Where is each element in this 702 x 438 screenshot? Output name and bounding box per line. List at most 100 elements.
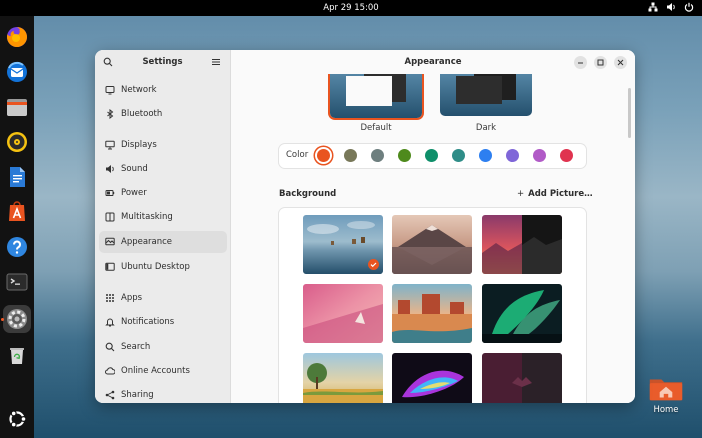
style-default-label: Default bbox=[360, 123, 392, 133]
wallpaper-pink-pastel bbox=[303, 284, 383, 343]
wallpaper-desert-canyon bbox=[392, 284, 472, 343]
wallpaper-thumbnail[interactable] bbox=[303, 215, 383, 274]
firefox-icon bbox=[6, 27, 28, 47]
accent-swatch-prussian-green[interactable] bbox=[452, 149, 465, 162]
minimize-button[interactable] bbox=[574, 56, 587, 69]
speaker-icon bbox=[106, 165, 114, 173]
sidebar-item-label: Search bbox=[121, 342, 151, 352]
system-tray[interactable] bbox=[648, 2, 694, 12]
ubuntu-desktop-icon bbox=[105, 262, 115, 271]
dock-show-apps[interactable] bbox=[3, 405, 31, 433]
sidebar-item-search[interactable]: Search bbox=[99, 336, 227, 358]
files-icon bbox=[7, 99, 27, 116]
accent-swatch-orange[interactable] bbox=[317, 149, 330, 162]
dock-writer[interactable] bbox=[3, 163, 31, 191]
accent-swatch-olive[interactable] bbox=[398, 149, 411, 162]
sidebar-item-multitasking[interactable]: Multitasking bbox=[99, 206, 227, 228]
sidebar-item-displays[interactable]: Displays bbox=[99, 134, 227, 156]
trash-icon bbox=[10, 348, 24, 364]
bluetooth-icon bbox=[107, 109, 114, 119]
accent-swatch-purple[interactable] bbox=[506, 149, 519, 162]
wallpaper-thumbnail[interactable] bbox=[303, 353, 383, 403]
dock-files[interactable] bbox=[3, 93, 31, 121]
wallpaper-grid bbox=[279, 208, 586, 403]
wallpaper-thumbnail[interactable] bbox=[482, 284, 562, 343]
sidebar-item-label: Sound bbox=[121, 164, 148, 174]
dock-firefox[interactable] bbox=[3, 23, 31, 51]
accent-swatch-viridian[interactable] bbox=[425, 149, 438, 162]
wallpaper-neon-abstract bbox=[392, 353, 472, 403]
accent-swatch-magenta[interactable] bbox=[533, 149, 546, 162]
cloud-icon bbox=[105, 367, 115, 375]
sidebar-item-network[interactable]: Network bbox=[99, 79, 227, 101]
search-icon bbox=[105, 342, 115, 352]
sidebar-item-apps[interactable]: Apps bbox=[99, 287, 227, 309]
sidebar-item-label: Displays bbox=[121, 140, 157, 150]
maximize-icon bbox=[597, 59, 604, 66]
sidebar-item-label: Sharing bbox=[121, 390, 154, 400]
minimize-icon bbox=[578, 62, 583, 64]
sidebar-item-online-accounts[interactable]: Online Accounts bbox=[99, 360, 227, 382]
add-picture-button[interactable]: + Add Picture… bbox=[517, 189, 593, 199]
wallpaper-thumbnail[interactable] bbox=[392, 353, 472, 403]
close-icon bbox=[617, 59, 624, 66]
network-icon bbox=[105, 86, 115, 95]
desktop-home-folder[interactable]: Home bbox=[645, 375, 687, 415]
thunderbird-icon bbox=[7, 61, 27, 82]
dock-app-center[interactable] bbox=[3, 198, 31, 226]
accent-swatch-bark[interactable] bbox=[344, 149, 357, 162]
wallpaper-countryside bbox=[303, 353, 383, 403]
sidebar-item-label: Notifications bbox=[121, 317, 175, 327]
dock-settings[interactable] bbox=[3, 305, 31, 333]
dock-terminal[interactable] bbox=[3, 268, 31, 296]
content-scrollbar[interactable] bbox=[628, 88, 631, 138]
rhythmbox-icon bbox=[7, 132, 27, 152]
maximize-button[interactable] bbox=[594, 56, 607, 69]
wallpaper-thumbnail[interactable] bbox=[482, 215, 562, 274]
multitasking-icon bbox=[105, 212, 115, 222]
accent-swatch-sage[interactable] bbox=[371, 149, 384, 162]
sidebar-title: Settings bbox=[142, 57, 183, 67]
accent-color-label: Color bbox=[286, 150, 309, 160]
sidebar-item-sound[interactable]: Sound bbox=[99, 158, 227, 180]
dock-thunderbird[interactable] bbox=[3, 58, 31, 86]
running-indicator bbox=[1, 318, 4, 321]
background-heading: Background bbox=[279, 189, 337, 199]
close-button[interactable] bbox=[614, 56, 627, 69]
dock-trash[interactable] bbox=[3, 341, 31, 369]
accent-swatch-blue[interactable] bbox=[479, 149, 492, 162]
sidebar-item-label: Bluetooth bbox=[121, 109, 163, 119]
settings-window: Settings Network Bluetooth Displays Soun… bbox=[95, 50, 635, 403]
display-icon bbox=[105, 140, 115, 150]
apps-grid-icon bbox=[106, 294, 114, 302]
clock[interactable]: Apr 29 15:00 bbox=[0, 3, 702, 13]
settings-icon bbox=[7, 309, 27, 329]
wallpaper-thumbnail[interactable] bbox=[392, 284, 472, 343]
hamburger-menu-icon[interactable] bbox=[211, 57, 221, 67]
sidebar-item-bluetooth[interactable]: Bluetooth bbox=[99, 103, 227, 125]
sidebar-item-notifications[interactable]: Notifications bbox=[99, 311, 227, 333]
accent-swatch-red[interactable] bbox=[560, 149, 573, 162]
network-icon bbox=[648, 2, 658, 12]
add-picture-label: Add Picture… bbox=[528, 189, 593, 199]
power-icon bbox=[105, 190, 115, 196]
wallpaper-thumbnail[interactable] bbox=[392, 215, 472, 274]
top-bar: Apr 29 15:00 bbox=[0, 0, 702, 16]
sidebar-item-appearance[interactable]: Appearance bbox=[99, 231, 227, 253]
wallpaper-thumbnail[interactable] bbox=[303, 284, 383, 343]
dock bbox=[0, 16, 34, 438]
dock-rhythmbox[interactable] bbox=[3, 128, 31, 156]
appearance-panel: Appearance Default Dark Color Background… bbox=[231, 50, 635, 403]
show-apps-icon bbox=[9, 410, 27, 428]
selected-check-icon bbox=[368, 259, 379, 270]
sidebar-item-ubuntu-desktop[interactable]: Ubuntu Desktop bbox=[99, 256, 227, 278]
terminal-icon bbox=[6, 273, 28, 291]
share-icon bbox=[105, 390, 115, 400]
wallpaper-dark-crimson bbox=[482, 353, 562, 403]
sidebar-item-sharing[interactable]: Sharing bbox=[99, 384, 227, 403]
sidebar-item-label: Appearance bbox=[121, 237, 173, 247]
sidebar-item-power[interactable]: Power bbox=[99, 182, 227, 204]
bell-icon bbox=[105, 318, 115, 327]
wallpaper-thumbnail[interactable] bbox=[482, 353, 562, 403]
dock-help[interactable] bbox=[3, 233, 31, 261]
